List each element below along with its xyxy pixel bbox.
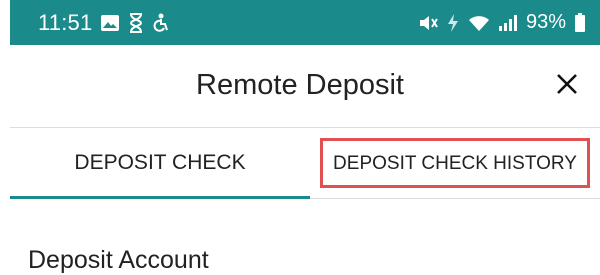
status-bar-left: 11:51 bbox=[38, 10, 170, 36]
battery-percent: 93% bbox=[525, 11, 566, 33]
tab-deposit-check-history[interactable]: DEPOSIT CHECK HISTORY bbox=[310, 128, 600, 198]
tabs-divider bbox=[310, 198, 600, 199]
status-bar: 11:51 93% bbox=[10, 0, 600, 45]
charging-icon bbox=[446, 13, 460, 33]
accessibility-icon bbox=[152, 13, 170, 33]
mute-icon bbox=[418, 14, 438, 32]
image-icon bbox=[100, 14, 120, 32]
status-time: 11:51 bbox=[38, 9, 93, 35]
page-title: Remote Deposit bbox=[196, 68, 404, 101]
tab-deposit-check-label: DEPOSIT CHECK bbox=[74, 151, 246, 174]
battery-icon bbox=[574, 12, 586, 33]
tab-deposit-check[interactable]: DEPOSIT CHECK bbox=[10, 128, 310, 198]
signal-icon bbox=[498, 14, 518, 32]
selected-tab-indicator bbox=[10, 196, 310, 199]
status-bar-right: 93% bbox=[418, 11, 586, 34]
close-button[interactable] bbox=[552, 69, 582, 99]
app-header: Remote Deposit bbox=[0, 45, 600, 125]
hourglass-icon bbox=[128, 12, 144, 33]
close-icon bbox=[557, 74, 577, 94]
deposit-account-label: Deposit Account bbox=[28, 246, 209, 274]
tab-deposit-check-history-label: DEPOSIT CHECK HISTORY bbox=[320, 138, 590, 188]
wifi-icon bbox=[468, 14, 490, 32]
